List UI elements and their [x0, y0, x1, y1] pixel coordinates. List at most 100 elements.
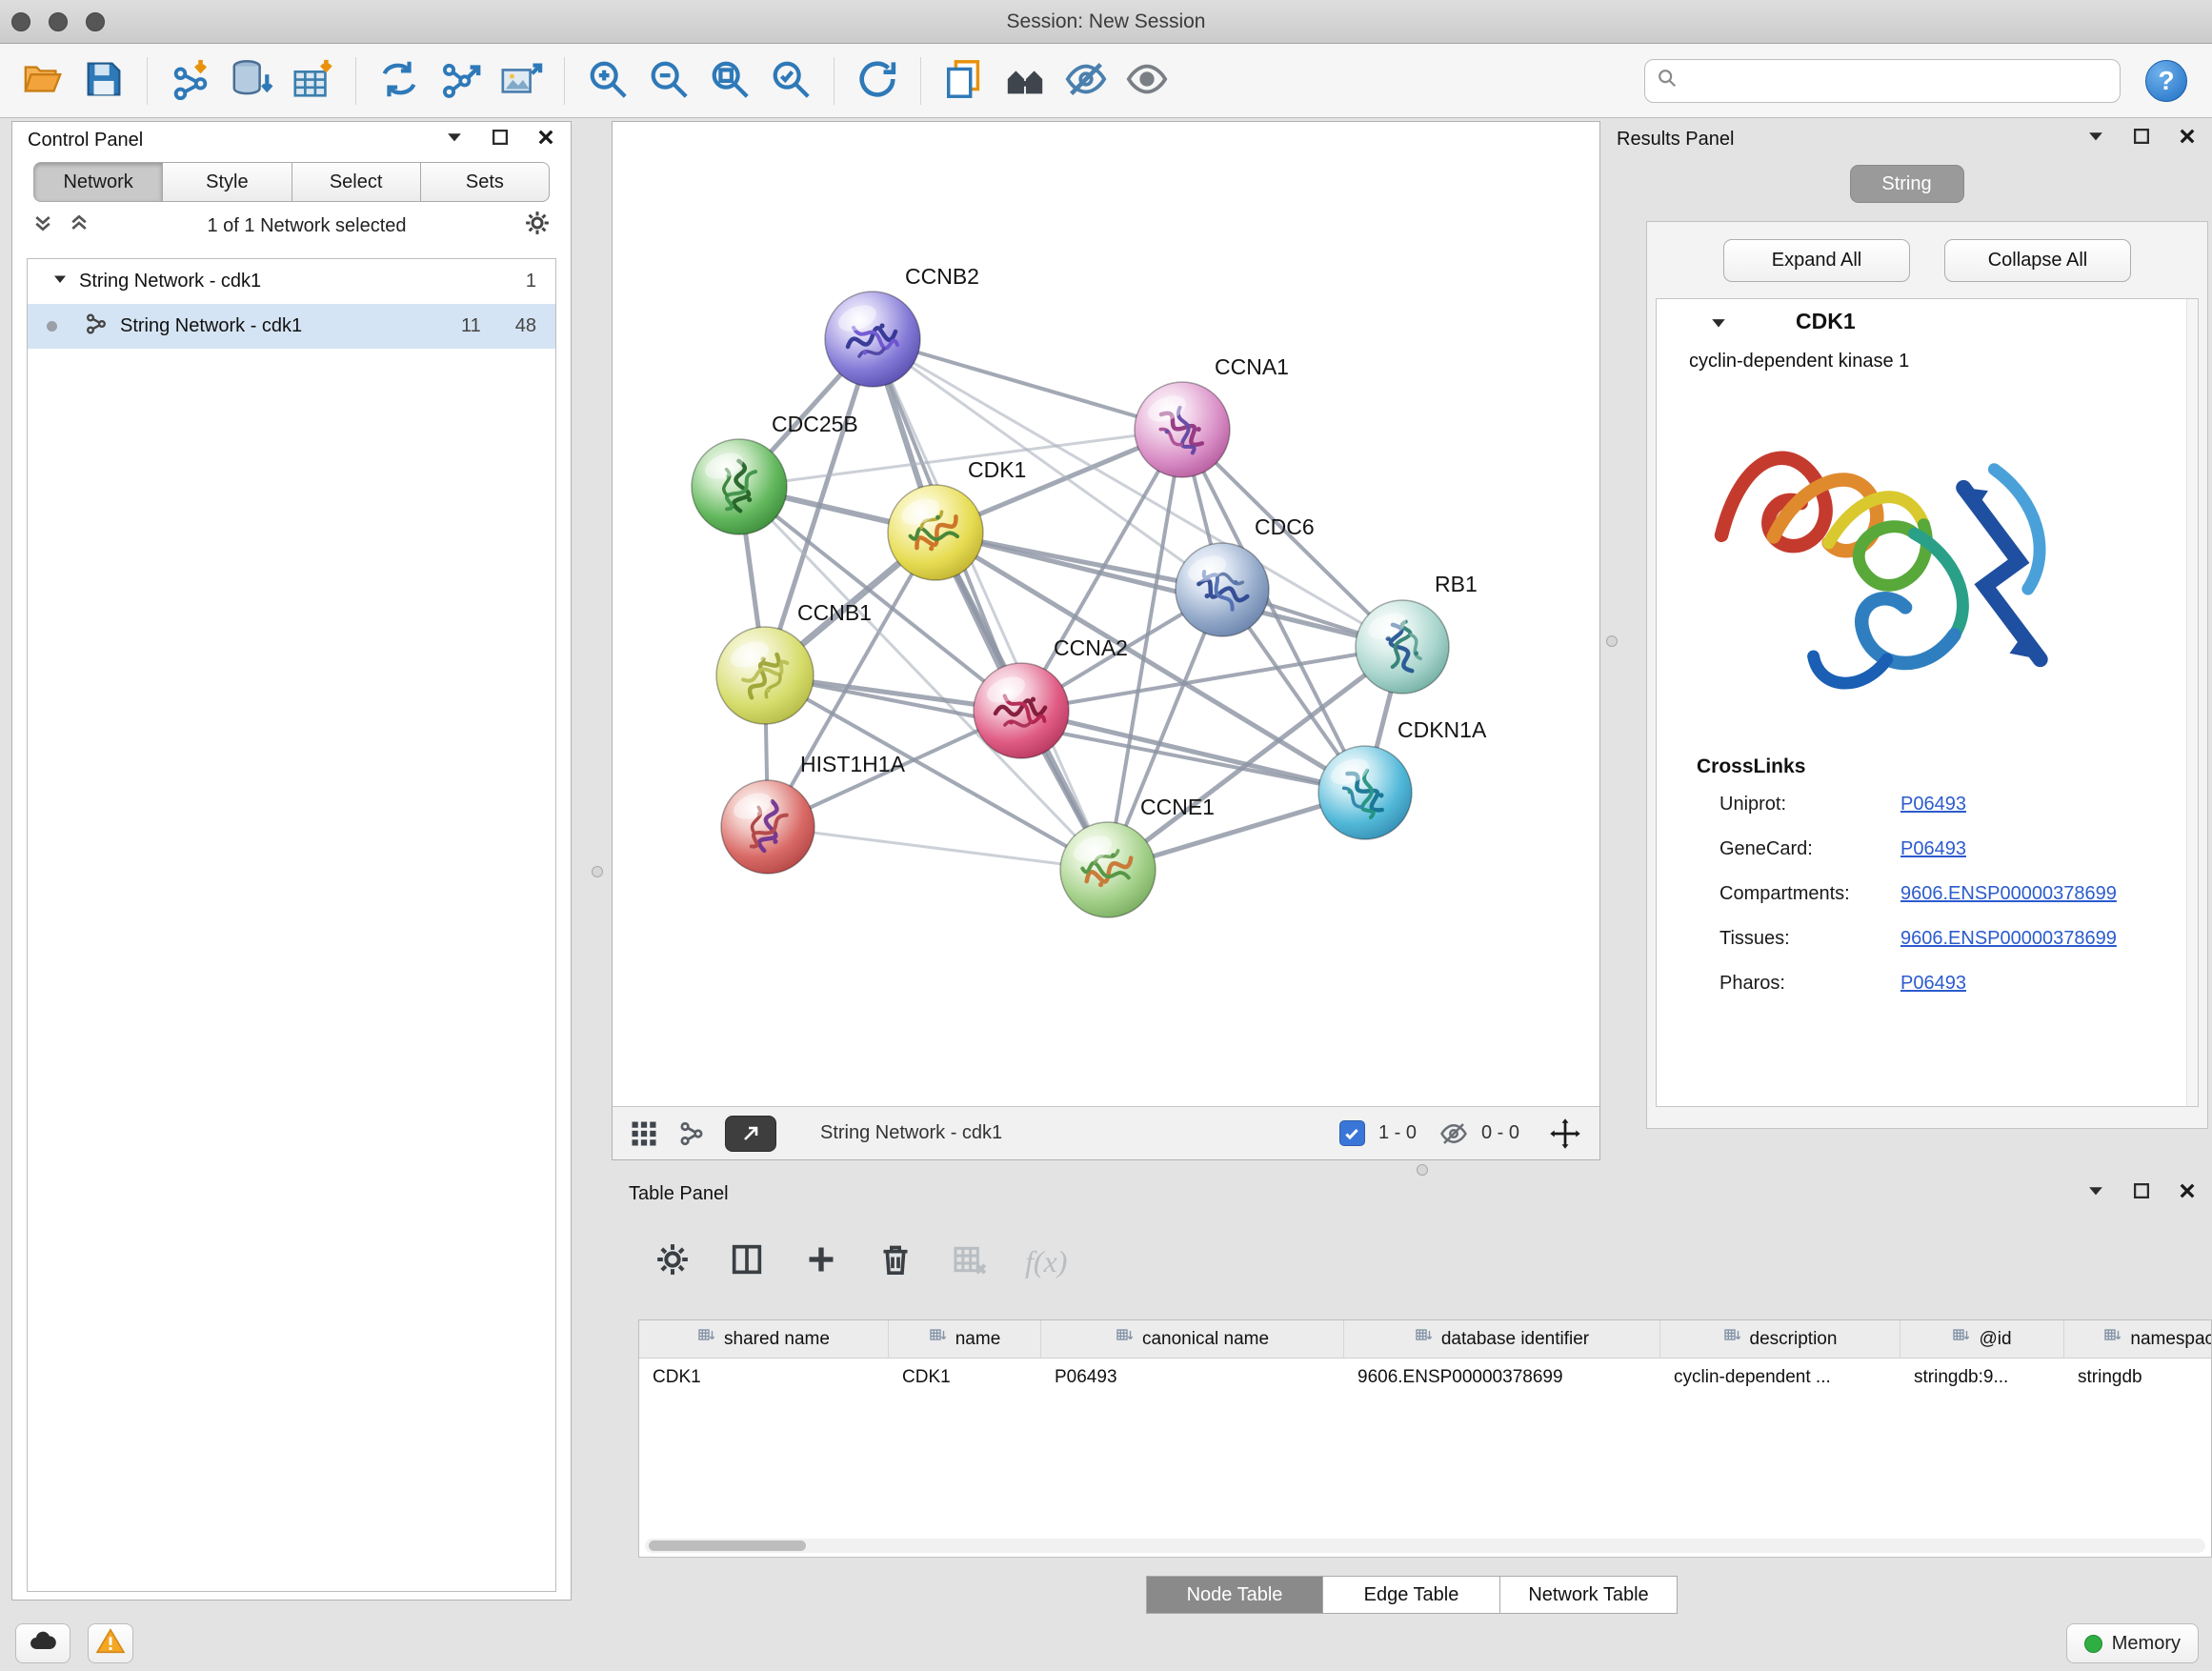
show-columns-icon[interactable] [728, 1240, 766, 1283]
tab-edge-table[interactable]: Edge Table [1323, 1576, 1500, 1614]
expand-all-button[interactable]: Expand All [1723, 239, 1910, 282]
table-cell[interactable]: stringdb:9... [1900, 1359, 2064, 1397]
crosslink-value[interactable]: P06493 [1900, 973, 1966, 995]
panel-float-icon[interactable] [2132, 1181, 2151, 1206]
export-network-button[interactable] [432, 52, 488, 110]
help-button[interactable]: ? [2145, 60, 2187, 102]
zoom-selected-button[interactable] [763, 52, 818, 110]
tab-string[interactable]: String [1850, 165, 1964, 203]
crosshair-icon[interactable] [1548, 1117, 1582, 1151]
tab-style[interactable]: Style [163, 162, 292, 202]
selected-count-checkbox[interactable] [1339, 1120, 1365, 1146]
table-row[interactable]: CDK1CDK1P064939606.ENSP00000378699cyclin… [639, 1359, 2211, 1397]
column-header--id[interactable]: @id [1900, 1320, 2064, 1358]
hide-details-button[interactable] [1058, 52, 1114, 110]
open-session-button[interactable] [15, 52, 70, 110]
import-network-from-file-button[interactable] [163, 52, 218, 110]
table-cell[interactable]: P06493 [1041, 1359, 1344, 1397]
table-cell[interactable]: cyclin-dependent ... [1660, 1359, 1900, 1397]
panel-collapse-icon[interactable] [2086, 1181, 2105, 1206]
warning-button[interactable] [88, 1623, 133, 1663]
crosslink-value[interactable]: 9606.ENSP00000378699 [1900, 883, 2117, 905]
network-canvas[interactable]: CCNB2CCNA1CDC25BCDK1CDC6RB1CCNB1CCNA2CDK… [613, 122, 1599, 1106]
add-column-icon[interactable] [802, 1240, 840, 1283]
show-details-button[interactable] [1119, 52, 1175, 110]
import-network-from-database-button[interactable] [224, 52, 279, 110]
window-zoom-button[interactable] [86, 12, 105, 31]
network-edge[interactable] [768, 827, 1108, 870]
network-node-CDKN1A[interactable]: CDKN1A [1318, 717, 1487, 839]
hidden-eye-icon[interactable] [1439, 1119, 1468, 1148]
panel-float-icon[interactable] [491, 128, 510, 152]
memory-button[interactable]: Memory [2066, 1623, 2199, 1663]
copy-document-button[interactable] [936, 52, 992, 110]
network-node-RB1[interactable]: RB1 [1356, 572, 1478, 694]
table-settings-gear-icon[interactable] [654, 1240, 692, 1283]
panel-collapse-icon[interactable] [2086, 127, 2105, 151]
collapse-all-button[interactable]: Collapse All [1944, 239, 2131, 282]
table-cell[interactable]: CDK1 [889, 1359, 1041, 1397]
network-node-HIST1H1A[interactable]: HIST1H1A [721, 752, 906, 874]
crosslink-value[interactable]: P06493 [1900, 794, 1966, 815]
network-collection-row[interactable]: String Network - cdk1 1 [28, 259, 555, 304]
delete-column-icon[interactable] [876, 1240, 915, 1283]
string-network-icon[interactable] [677, 1119, 706, 1148]
network-edge[interactable] [1021, 711, 1365, 793]
table-cell[interactable]: stringdb [2064, 1359, 2212, 1397]
crosslink-value[interactable]: P06493 [1900, 838, 1966, 860]
panel-collapse-icon[interactable] [445, 128, 464, 152]
vertical-splitter-handle[interactable] [1606, 635, 1618, 647]
network-edge[interactable] [935, 533, 1402, 647]
collapse-tree-icon[interactable] [68, 211, 90, 240]
tree-expanded-icon[interactable] [52, 271, 68, 292]
network-node-CCNB1[interactable]: CCNB1 [716, 600, 872, 724]
column-header-name[interactable]: name [889, 1320, 1041, 1358]
cloud-button[interactable] [15, 1623, 70, 1663]
tab-sets[interactable]: Sets [421, 162, 550, 202]
panel-close-icon[interactable] [2178, 127, 2197, 151]
tab-node-table[interactable]: Node Table [1146, 1576, 1323, 1614]
column-header-database-identifier[interactable]: database identifier [1344, 1320, 1660, 1358]
column-header-description[interactable]: description [1660, 1320, 1900, 1358]
network-edge[interactable] [873, 339, 1182, 430]
birdseye-grid-icon[interactable] [630, 1119, 658, 1148]
table-horizontal-scrollbar[interactable] [645, 1539, 2205, 1553]
window-minimize-button[interactable] [49, 12, 68, 31]
graphics-details-button[interactable] [997, 52, 1053, 110]
horizontal-splitter-handle[interactable] [1417, 1164, 1428, 1176]
column-header-namespace[interactable]: namespace [2064, 1320, 2212, 1358]
save-session-button[interactable] [76, 52, 131, 110]
results-scrollbar[interactable] [2186, 299, 2198, 1106]
panel-close-icon[interactable] [536, 128, 555, 152]
network-edge[interactable] [873, 339, 1108, 870]
panel-close-icon[interactable] [2178, 1181, 2197, 1206]
tab-network[interactable]: Network [33, 162, 163, 202]
search-input[interactable] [1685, 70, 2108, 91]
panel-float-icon[interactable] [2132, 127, 2151, 151]
open-in-window-button[interactable] [725, 1116, 776, 1152]
network-node-CCNB2[interactable]: CCNB2 [825, 264, 979, 387]
network-node-CDC25B[interactable]: CDC25B [692, 412, 858, 534]
zoom-out-button[interactable] [641, 52, 696, 110]
zoom-in-button[interactable] [580, 52, 635, 110]
gear-icon[interactable] [523, 209, 552, 243]
refresh-button[interactable] [850, 52, 905, 110]
tab-select[interactable]: Select [292, 162, 421, 202]
expand-tree-icon[interactable] [31, 211, 54, 240]
network-row[interactable]: String Network - cdk1 11 48 [28, 304, 555, 349]
clone-network-button[interactable] [372, 52, 427, 110]
column-header-shared-name[interactable]: shared name [639, 1320, 889, 1358]
import-table-button[interactable] [285, 52, 340, 110]
vertical-splitter-handle[interactable] [592, 866, 603, 877]
network-node-CCNA1[interactable]: CCNA1 [1135, 354, 1289, 477]
export-image-button[interactable] [493, 52, 549, 110]
network-node-CDK1[interactable]: CDK1 [888, 457, 1026, 580]
table-cell[interactable]: CDK1 [639, 1359, 889, 1397]
scrollbar-thumb[interactable] [649, 1540, 806, 1551]
window-close-button[interactable] [11, 12, 30, 31]
crosslink-value[interactable]: 9606.ENSP00000378699 [1900, 928, 2117, 950]
table-cell[interactable]: 9606.ENSP00000378699 [1344, 1359, 1660, 1397]
column-header-canonical-name[interactable]: canonical name [1041, 1320, 1344, 1358]
tab-network-table[interactable]: Network Table [1500, 1576, 1678, 1614]
section-expanded-icon[interactable] [1710, 314, 1727, 336]
